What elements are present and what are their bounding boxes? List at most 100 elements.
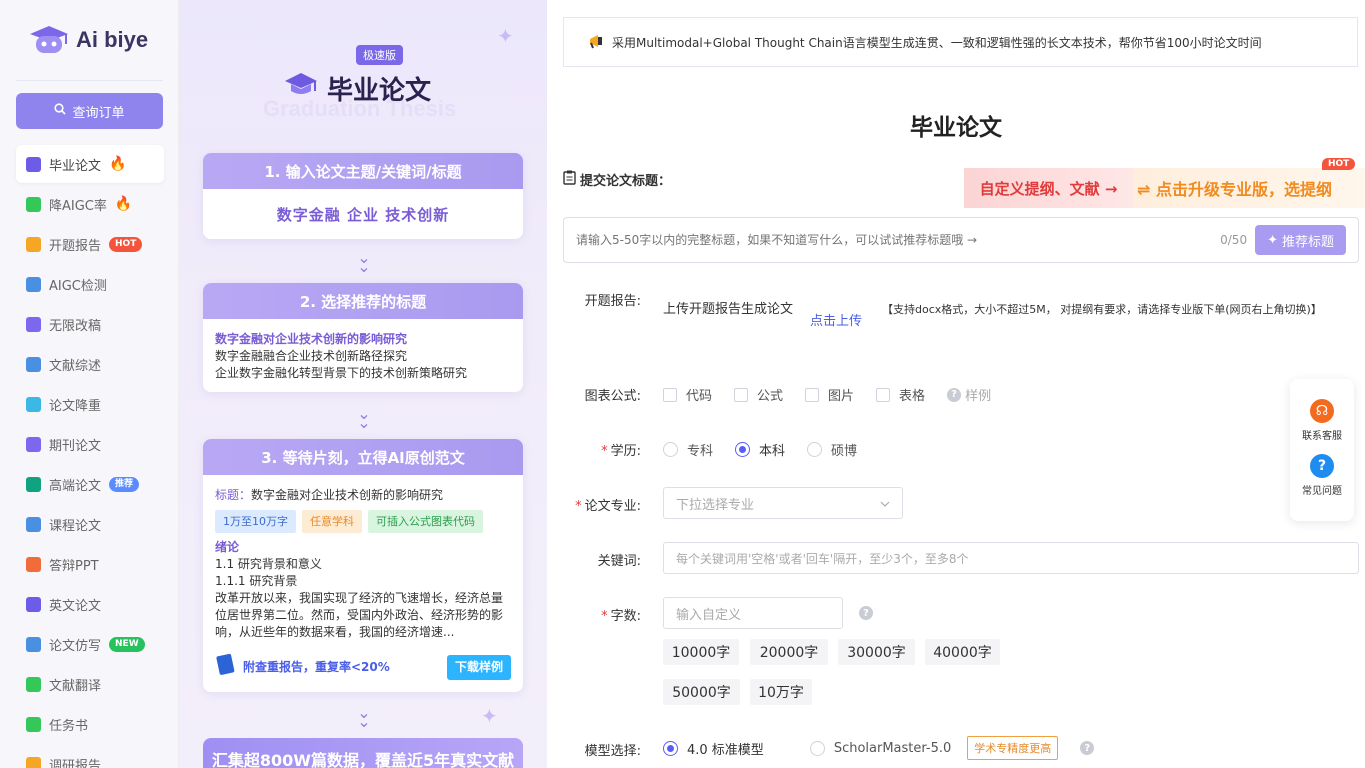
- formula-checkbox[interactable]: 公式: [734, 385, 783, 404]
- keywords-label: 关键词:: [597, 554, 641, 569]
- sidebar-item[interactable]: 文献翻译: [16, 665, 164, 703]
- upload-link[interactable]: 点击上传: [810, 310, 862, 329]
- step2-line: 企业数字金融化转型背景下的技术创新策略研究: [215, 366, 468, 380]
- help-icon[interactable]: ?: [947, 387, 962, 402]
- help-icon[interactable]: ?: [859, 606, 873, 620]
- support-panel: ☊ 联系客服 ? 常见问题: [1290, 379, 1354, 521]
- book-icon: [215, 653, 237, 682]
- word-preset-button[interactable]: 30000字: [838, 639, 915, 665]
- query-order-label: 查询订单: [72, 105, 125, 121]
- promo-panel: ✦ 极速版 Graduation Thesis 毕业论文 1. 输入论文主题/关…: [179, 0, 547, 768]
- title-input[interactable]: [576, 233, 1221, 247]
- word-preset-button[interactable]: 40000字: [925, 639, 1000, 665]
- journal-icon: [26, 436, 41, 452]
- promo-hero-title: 毕业论文: [283, 70, 431, 107]
- chart-down-icon: [26, 396, 41, 412]
- step1-card: 1. 输入论文主题/关键词/标题 数字金融 企业 技术创新: [203, 153, 523, 239]
- topic-label-text: 提交论文标题：: [580, 174, 672, 189]
- sidebar-item-label: 论文仿写: [49, 638, 102, 654]
- faq-button[interactable]: ? 常见问题: [1302, 454, 1342, 497]
- sidebar-item[interactable]: 论文仿写 NEW: [16, 625, 164, 663]
- chevron-down-icon: ⌄ ⌄: [357, 703, 371, 731]
- word-count-label: * 字数:: [601, 609, 641, 624]
- degree-radio-benke[interactable]: 本科: [735, 440, 785, 459]
- title-char-count: 0/50: [1220, 233, 1248, 247]
- degree-radio-shuobo[interactable]: 硕博: [807, 440, 857, 459]
- word-preset-button[interactable]: 50000字: [663, 679, 740, 705]
- sidebar-item[interactable]: 无限改稿: [16, 305, 164, 343]
- word-preset-button[interactable]: 20000字: [750, 639, 828, 665]
- chevron-down-icon: [880, 496, 890, 511]
- sidebar-item-label: 毕业论文: [49, 158, 102, 174]
- sidebar-item-label: 期刊论文: [49, 438, 102, 454]
- report-note-text: 附查重报告，重复率<20%: [243, 660, 390, 674]
- model-radio-standard[interactable]: 4.0 标准模型: [663, 739, 764, 758]
- keywords-input[interactable]: 每个关键词用'空格'或者'回车'隔开，至少3个，至多8个: [663, 542, 1359, 574]
- brand-name: Ai biye: [76, 27, 149, 52]
- checkbox-box[interactable]: [734, 387, 749, 402]
- sidebar-item-label: 答辩PPT: [49, 558, 99, 574]
- sidebar-item-label: 开题报告: [49, 238, 102, 254]
- sidebar-item[interactable]: 降AIGC率 🔥: [16, 185, 164, 223]
- sidebar-item[interactable]: 答辩PPT: [16, 545, 164, 583]
- radio-dot[interactable]: [735, 442, 751, 457]
- degree-radio-zhuanke[interactable]: 专科: [663, 440, 713, 459]
- topic-label: 提交论文标题：: [563, 170, 671, 189]
- sidebar-item[interactable]: 任务书: [16, 705, 164, 743]
- upgrade-pro-banner[interactable]: ⇌ 点击升级专业版，选提纲: [1133, 168, 1365, 208]
- sidebar-item[interactable]: 毕业论文 🔥: [16, 145, 164, 183]
- word-preset-button[interactable]: 10000字: [663, 639, 739, 665]
- radio-label: 4.0 标准模型: [687, 742, 764, 758]
- recommend-title-button[interactable]: ✦ 推荐标题: [1255, 225, 1346, 255]
- nav-badge: 推荐: [109, 476, 140, 492]
- sidebar-item-label: AIGC检测: [49, 278, 107, 294]
- help-icon[interactable]: ?: [1080, 741, 1095, 755]
- radio-dot[interactable]: [807, 442, 823, 457]
- radio-dot[interactable]: [809, 740, 825, 756]
- sidebar-item[interactable]: AIGC检测: [16, 265, 164, 303]
- title-input-container: 0/50 ✦ 推荐标题: [563, 217, 1359, 263]
- code-checkbox[interactable]: 代码: [663, 385, 712, 404]
- major-select[interactable]: 下拉选择专业: [663, 487, 903, 519]
- graduation-cap-icon: [26, 156, 41, 172]
- sidebar-item[interactable]: 文献综述: [16, 345, 164, 383]
- query-order-button[interactable]: 查询订单: [16, 93, 163, 129]
- sidebar-item[interactable]: 课程论文: [16, 505, 164, 543]
- model-radio-scholar[interactable]: ScholarMaster-5.0: [809, 740, 951, 756]
- survey-icon: [26, 756, 41, 768]
- step3-chips: 1万至10万字 任意学科 可插入公式图表代码: [215, 510, 511, 533]
- sidebar-item[interactable]: 论文降重: [16, 385, 164, 423]
- headset-icon: ☊: [1310, 399, 1334, 423]
- sidebar-item[interactable]: 期刊论文: [16, 425, 164, 463]
- checkbox-label: 图片: [828, 389, 855, 404]
- table-checkbox[interactable]: 表格: [876, 385, 925, 404]
- word-preset-button[interactable]: 10万字: [750, 679, 812, 705]
- proposal-description: 上传开题报告生成论文: [663, 302, 794, 317]
- checkbox-box[interactable]: [876, 387, 891, 402]
- sidebar-item[interactable]: 开题报告 HOT: [16, 225, 164, 263]
- step1-title: 1. 输入论文主题/关键词/标题: [203, 153, 523, 189]
- fire-icon: 🔥: [109, 156, 127, 172]
- contact-service-button[interactable]: ☊ 联系客服: [1302, 399, 1342, 442]
- word-count-input[interactable]: 输入自定义: [663, 597, 843, 629]
- contact-service-label: 联系客服: [1302, 431, 1342, 442]
- logo[interactable]: Ai biye: [28, 24, 148, 56]
- download-sample-button[interactable]: 下载样例: [446, 655, 511, 680]
- sidebar-divider: [16, 80, 163, 81]
- checkbox-label: 表格: [899, 389, 926, 404]
- step2-body: 数字金融对企业技术创新的影响研究 数字金融融合企业技术创新路径探究 企业数字金融…: [203, 319, 523, 392]
- radio-dot[interactable]: [663, 442, 678, 457]
- sidebar-item[interactable]: 英文论文: [16, 585, 164, 623]
- image-checkbox[interactable]: 图片: [805, 385, 854, 404]
- sidebar-item[interactable]: 高端论文 推荐: [16, 465, 164, 503]
- radio-dot[interactable]: [663, 740, 678, 756]
- sidebar-item[interactable]: 调研报告: [16, 745, 164, 768]
- custom-outline-banner[interactable]: 自定义提纲、文献 →: [964, 168, 1133, 208]
- checkbox-box[interactable]: [805, 387, 820, 402]
- sparkle-icon: ✦: [1267, 232, 1278, 248]
- example-link[interactable]: 样例: [965, 385, 991, 404]
- checkbox-box[interactable]: [663, 387, 677, 402]
- radio-label: 硕博: [831, 444, 858, 459]
- hot-badge: HOT: [1322, 158, 1356, 170]
- sidebar-item-label: 论文降重: [49, 398, 102, 414]
